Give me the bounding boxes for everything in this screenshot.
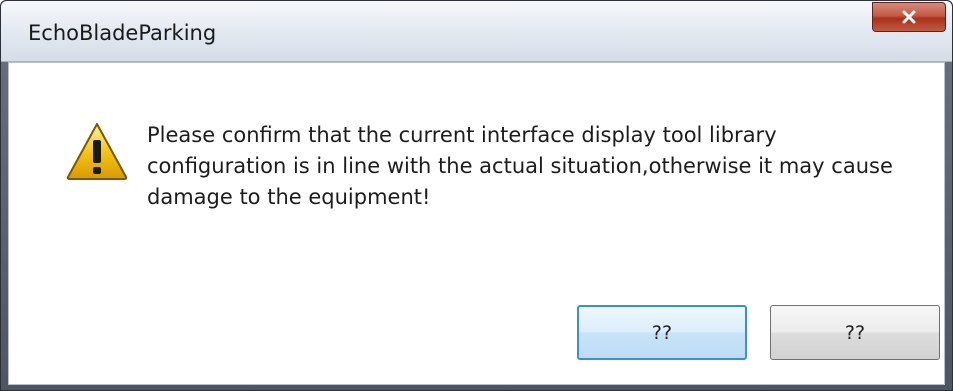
dialog-message: Please confirm that the current interfac… <box>147 123 893 209</box>
warning-icon <box>66 123 128 180</box>
confirm-button[interactable]: ?? <box>577 305 747 360</box>
button-bar: ?? ?? <box>9 291 944 384</box>
window-title: EchoBladeParking <box>28 21 217 45</box>
message-dialog: EchoBladeParking Please confirm that the… <box>0 0 953 391</box>
close-icon <box>902 10 916 24</box>
title-bar[interactable]: EchoBladeParking <box>1 1 952 62</box>
close-button[interactable] <box>872 2 946 32</box>
cancel-button[interactable]: ?? <box>770 305 940 360</box>
dialog-content: Please confirm that the current interfac… <box>8 62 945 385</box>
